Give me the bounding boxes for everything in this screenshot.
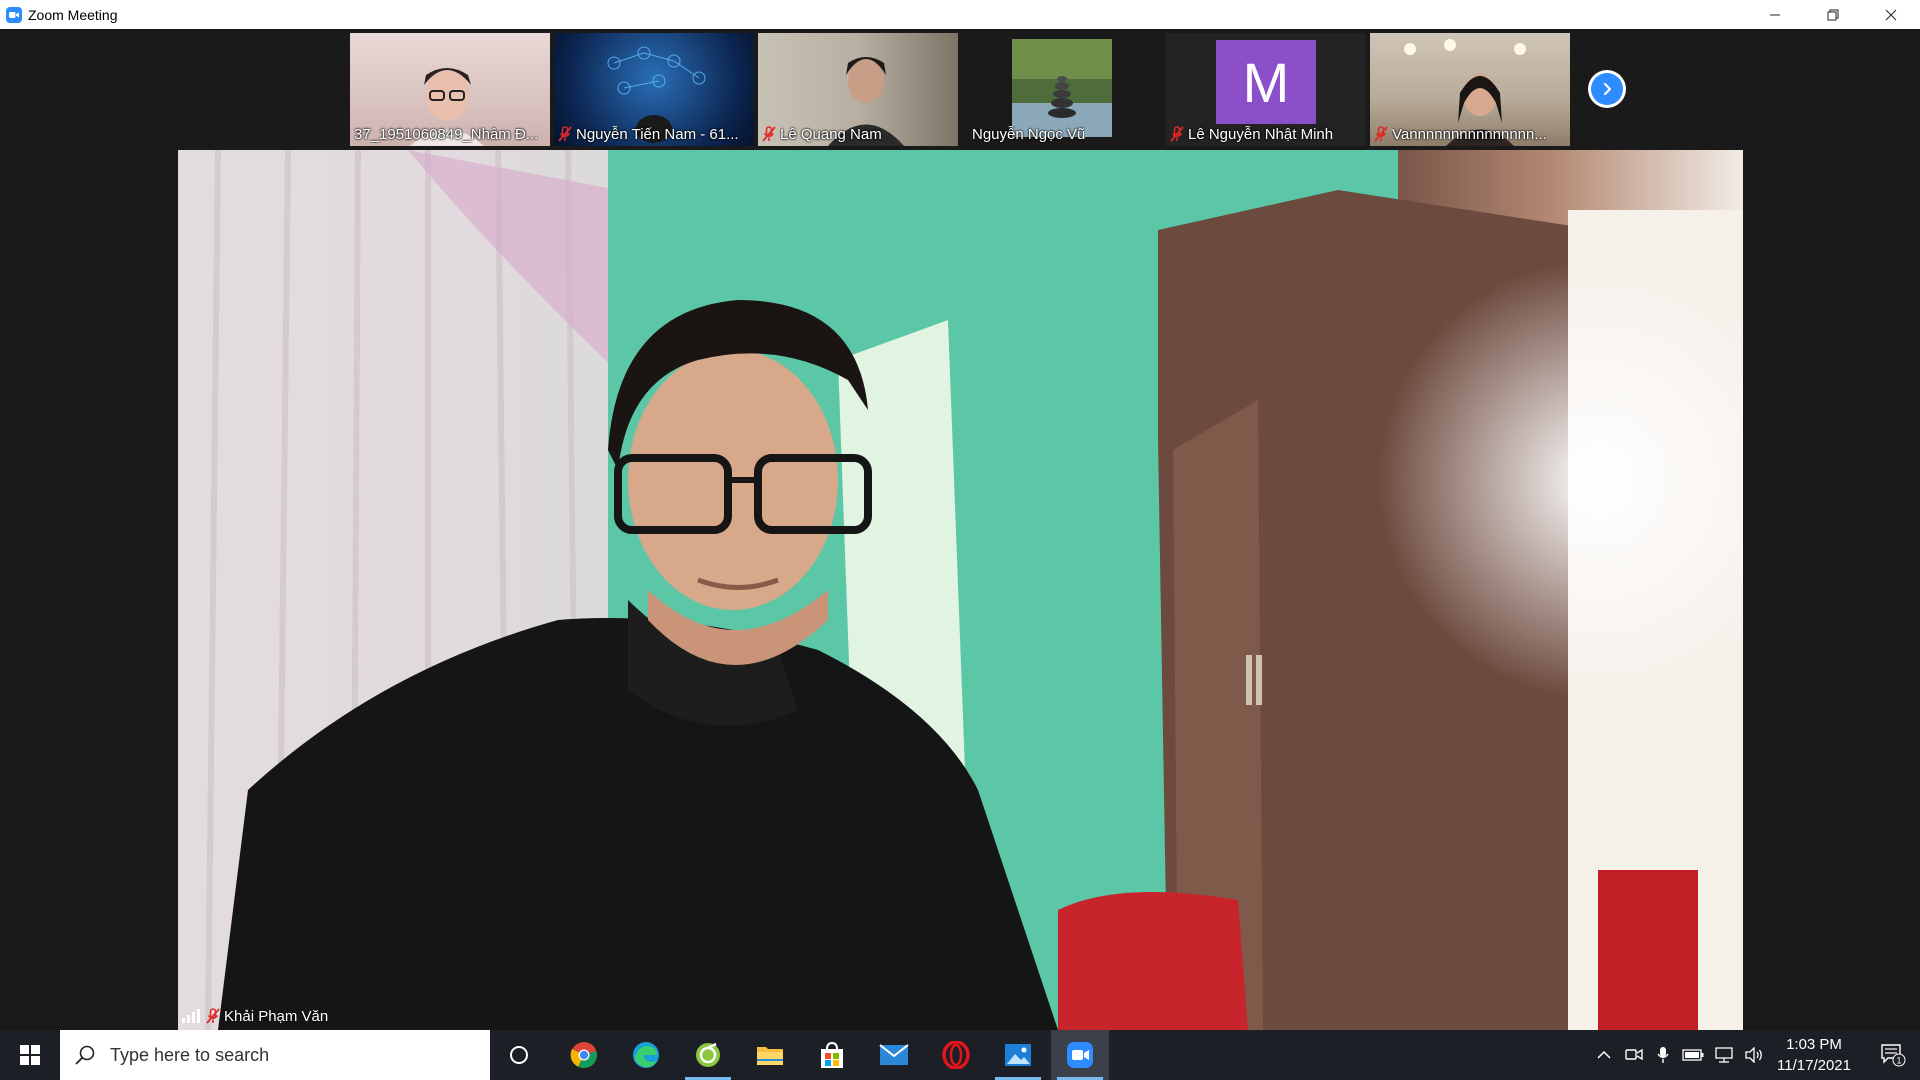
start-button[interactable] [0,1030,60,1080]
store-taskbar-button[interactable] [803,1030,861,1080]
close-button[interactable] [1862,0,1920,29]
muted-mic-icon [762,126,776,142]
participant-name: Lê Quang Nam [780,125,882,143]
muted-mic-icon [1170,126,1184,142]
speaker-name: Khải Phạm Văn [224,1007,329,1025]
window-title: Zoom Meeting [28,6,118,23]
action-center-button[interactable]: 1 [1868,1030,1918,1080]
volume-tray-button[interactable] [1740,1030,1768,1080]
participant-name: Nguyễn Ngọc Vũ [972,125,1086,143]
participant-name: Nguyễn Tiến Nam - 61... [576,125,739,143]
zoom-taskbar-button[interactable] [1051,1030,1109,1080]
greenshot-icon [696,1042,720,1067]
participant-tile[interactable]: Nguyễn Ngọc Vũ [962,33,1162,146]
signal-bars-icon [182,1009,200,1023]
store-icon [821,1041,843,1068]
restore-button[interactable] [1804,0,1862,29]
active-speaker-video: Khải Phạm Văn [178,150,1743,1030]
zoom-app-icon [6,6,22,23]
notification-icon: 1 [1881,1044,1906,1067]
edge-taskbar-button[interactable] [617,1030,675,1080]
edge-icon [633,1042,659,1068]
participant-name: 37_1951060849_Nhâm Đ... [354,125,539,143]
mail-icon [879,1044,909,1065]
notification-count: 1 [1896,1056,1901,1066]
meet-now-button[interactable] [1620,1030,1648,1080]
chevron-right-icon [1603,82,1612,96]
taskbar-clock[interactable]: 1:03 PM 11/17/2021 [1768,1034,1860,1076]
windows-taskbar: 1:03 PM 11/17/2021 1 [0,1030,1920,1080]
participant-name: Lê Nguyễn Nhật Minh [1188,125,1334,143]
show-hidden-icon [1597,1050,1611,1059]
photos-taskbar-button[interactable] [989,1030,1047,1080]
window-title-bar: Zoom Meeting [0,0,1920,30]
cortana-button[interactable] [490,1030,548,1080]
speaker-name-bar: Khải Phạm Văn [182,1004,328,1028]
search-icon [75,1045,95,1065]
show-hidden-icons-button[interactable] [1590,1030,1618,1080]
clock-time: 1:03 PM [1786,1036,1842,1053]
greenshot-taskbar-button[interactable] [679,1030,737,1080]
avatar-letter: M [1242,50,1290,114]
next-page-button[interactable] [1588,70,1626,108]
photos-icon [1005,1044,1031,1066]
chrome-taskbar-button[interactable] [555,1030,613,1080]
restore-icon [1827,9,1839,20]
muted-mic-icon [558,126,572,142]
microphone-tray-button[interactable] [1650,1030,1676,1080]
battery-icon [1682,1049,1704,1061]
opera-icon [942,1041,970,1069]
participant-gallery: 37_1951060849_Nhâm Đ... Nguyễn Tiến Nam … [0,29,1920,149]
windows-logo-icon [20,1045,40,1065]
zoom-icon [1067,1042,1093,1068]
mail-taskbar-button[interactable] [865,1030,923,1080]
participant-tile[interactable]: Vannnnnnnnnnnnnnn... [1370,33,1570,146]
taskbar-search-box[interactable] [60,1030,490,1080]
participant-tile[interactable]: Lê Quang Nam [758,33,958,146]
muted-mic-icon [1374,126,1388,142]
clock-date: 11/17/2021 [1777,1057,1851,1074]
speaker-scene [178,150,1743,1030]
close-icon [1885,9,1897,20]
network-tray-button[interactable] [1710,1030,1738,1080]
search-input[interactable] [108,1043,472,1067]
network-icon [1715,1047,1733,1063]
cortana-icon [510,1046,528,1064]
file-explorer-taskbar-button[interactable] [741,1030,799,1080]
microphone-icon [1657,1047,1669,1063]
file-explorer-icon [757,1047,783,1065]
volume-icon [1745,1047,1762,1063]
participant-tile[interactable]: M Lê Nguyễn Nhật Minh [1166,33,1366,146]
minimize-button[interactable] [1746,0,1804,29]
opera-taskbar-button[interactable] [927,1030,985,1080]
meet-now-icon [1625,1048,1643,1061]
participant-tile[interactable]: Nguyễn Tiến Nam - 61... [554,33,754,146]
muted-mic-icon [206,1008,220,1024]
avatar: M [1216,40,1316,124]
minimize-icon [1770,14,1780,15]
participant-tile[interactable]: 37_1951060849_Nhâm Đ... [350,33,550,146]
participant-name: Vannnnnnnnnnnnnnn... [1392,125,1547,143]
chrome-icon [570,1042,597,1069]
battery-tray-button[interactable] [1678,1030,1708,1080]
